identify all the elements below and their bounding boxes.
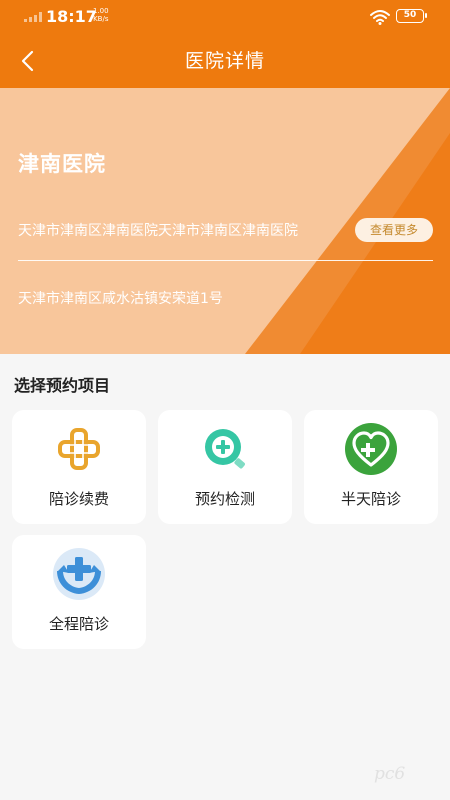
- service-card-label: 预约检测: [194, 490, 255, 508]
- net-speed-unit: KB/s: [93, 15, 109, 23]
- chevron-left-icon[interactable]: [12, 44, 46, 78]
- service-card-half-day[interactable]: 半天陪诊: [304, 410, 438, 524]
- nav-bar: 医院详情: [0, 34, 450, 88]
- service-card-label: 全程陪诊: [48, 615, 109, 633]
- watermark: pc6: [374, 764, 406, 784]
- service-card-label: 半天陪诊: [340, 490, 401, 508]
- hospital-hero: 津南医院 天津市津南区津南医院天津市津南区津南医院 查看更多 天津市津南区咸水沽…: [0, 88, 450, 354]
- net-speed: 1.00 KB/s: [93, 7, 109, 23]
- service-card-appointment-test[interactable]: 预约检测: [158, 410, 292, 524]
- heart-cross-icon: [345, 423, 397, 475]
- signal-icon: [24, 12, 42, 22]
- service-card-renewal[interactable]: 陪诊续费: [12, 410, 146, 524]
- service-card-full-course[interactable]: 全程陪诊: [12, 535, 146, 649]
- search-plus-icon: [205, 429, 245, 469]
- knot-cross-icon: [58, 428, 100, 470]
- section-title: 选择预约项目: [14, 376, 111, 395]
- hospital-name: 津南医院: [18, 152, 106, 176]
- net-speed-value: 1.00: [93, 7, 109, 15]
- battery-indicator: 50: [396, 9, 427, 23]
- hands-cross-icon: [53, 548, 105, 600]
- status-time: 18:17: [46, 7, 97, 26]
- divider: [18, 260, 433, 261]
- hospital-intro: 天津市津南区津南医院天津市津南区津南医院: [18, 223, 298, 239]
- status-bar: 18:17 1.00 KB/s 50: [0, 0, 450, 34]
- screen: 18:17 1.00 KB/s 50 医院详情 津南医院 天津市津南区津南医院天…: [0, 0, 450, 800]
- page-title: 医院详情: [184, 50, 265, 72]
- view-more-button[interactable]: 查看更多: [355, 218, 433, 242]
- wifi-icon: [370, 10, 390, 25]
- service-card-label: 陪诊续费: [48, 490, 109, 508]
- hospital-address: 天津市津南区咸水沽镇安荣道1号: [18, 291, 223, 307]
